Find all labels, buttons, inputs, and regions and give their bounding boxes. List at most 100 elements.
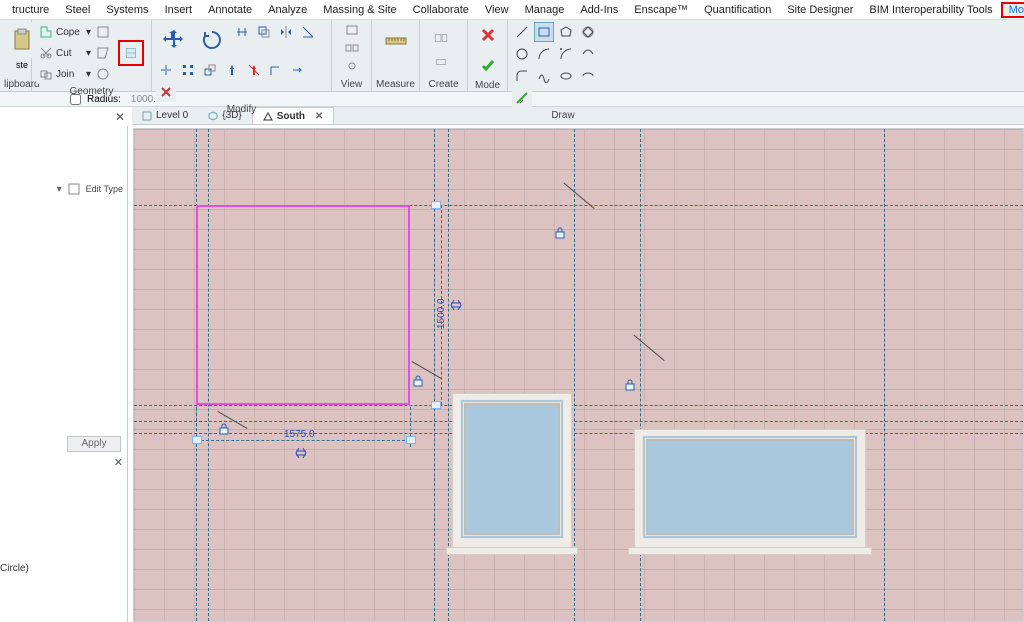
window-1-glass[interactable] — [460, 399, 564, 539]
drag-handle-1[interactable] — [431, 201, 441, 209]
tab-massing[interactable]: Massing & Site — [315, 2, 404, 18]
view-tool-2[interactable] — [336, 40, 368, 56]
view-tool-3[interactable] — [336, 58, 368, 74]
pick-lines-tool[interactable] — [512, 88, 532, 108]
sketch-rectangle[interactable] — [196, 205, 410, 405]
group-mode: Mode — [468, 20, 508, 91]
tab-analyze[interactable]: Analyze — [260, 2, 315, 18]
ref-line-h2 — [134, 405, 1023, 406]
tab-steel[interactable]: Steel — [57, 2, 98, 18]
create-tool-2[interactable] — [424, 51, 458, 73]
geom-tool-1[interactable] — [93, 22, 113, 42]
group-measure: Measure — [372, 20, 420, 91]
align-button[interactable] — [232, 22, 252, 42]
delete-button[interactable] — [156, 82, 176, 102]
tab-manage[interactable]: Manage — [517, 2, 573, 18]
edit-type-icon — [68, 183, 80, 195]
tab-modify-contextual[interactable]: Modify | Split Face > Create Boundary — [1001, 2, 1024, 18]
arc-start-end-tool[interactable] — [534, 44, 554, 64]
partial-ellipse-tool[interactable] — [578, 66, 598, 86]
arc-center-tool[interactable] — [556, 44, 576, 64]
panel-close-icon[interactable]: ✕ — [114, 456, 123, 469]
array-button[interactable] — [178, 60, 198, 80]
type-selector[interactable]: ▾ Edit Type — [4, 180, 123, 198]
join-button[interactable]: Join▾ — [36, 64, 92, 84]
paste-button[interactable] — [4, 22, 40, 58]
trim-button[interactable] — [298, 22, 318, 42]
fillet-arc-tool[interactable] — [512, 66, 532, 86]
clipboard-label: lipboard — [4, 77, 27, 91]
dim-value-1[interactable]: 1575.0 — [284, 429, 315, 440]
tab-enscape[interactable]: Enscape™ — [626, 2, 696, 18]
group-modify: Modify — [152, 20, 332, 91]
drawing-canvas[interactable]: 1575.0 1500.0 — [133, 128, 1024, 622]
tab-quantification[interactable]: Quantification — [696, 2, 779, 18]
corner-trim-button[interactable] — [266, 60, 286, 80]
menu-tabs: tructure Steel Systems Insert Annotate A… — [0, 0, 1024, 20]
edit-type-label[interactable]: Edit Type — [86, 184, 123, 194]
mirror-axis-button[interactable] — [276, 22, 296, 42]
modify-label: Modify — [156, 102, 327, 116]
tab-view[interactable]: View — [477, 2, 517, 18]
ribbon: ste lipboard Cope▾ Cut▾ Join▾ Geometry — [0, 20, 1024, 92]
tab-structure[interactable]: tructure — [4, 2, 57, 18]
cope-button[interactable]: Cope▾ — [36, 22, 92, 42]
geom-tool-3[interactable] — [93, 64, 113, 84]
pin-button[interactable] — [222, 60, 242, 80]
window-2-glass[interactable] — [642, 435, 858, 539]
circle-tool[interactable] — [512, 44, 532, 64]
inscribed-polygon-tool[interactable] — [556, 22, 576, 42]
apply-button[interactable]: Apply — [67, 436, 121, 452]
split-face-finish-button[interactable] — [118, 40, 144, 66]
line-tool[interactable] — [512, 22, 532, 42]
move-button[interactable] — [156, 22, 192, 58]
group-geometry: Cope▾ Cut▾ Join▾ Geometry — [32, 20, 152, 91]
tab-annotate[interactable]: Annotate — [200, 2, 260, 18]
properties-close-icon[interactable]: ✕ — [115, 110, 125, 124]
split-button[interactable] — [156, 60, 176, 80]
ellipse-tool[interactable] — [556, 66, 576, 86]
ref-line-v7 — [884, 129, 885, 621]
group-view: View — [332, 20, 372, 91]
geometry-label: Geometry — [36, 84, 147, 98]
spline-tool[interactable] — [534, 66, 554, 86]
group-clipboard: ste lipboard — [0, 20, 32, 91]
offset-button[interactable] — [254, 22, 274, 42]
extend-button[interactable] — [288, 60, 308, 80]
window-1-sill — [446, 547, 578, 555]
properties-panel: ▾ Edit Type Apply ✕ Circle) — [0, 126, 128, 622]
tab-bim-interop[interactable]: BIM Interoperability Tools — [861, 2, 1000, 18]
tab-addins[interactable]: Add-Ins — [572, 2, 626, 18]
create-label: Create — [424, 77, 463, 91]
scale-button[interactable] — [200, 60, 220, 80]
rotate-button[interactable] — [194, 22, 230, 58]
ref-line-h3 — [134, 421, 1023, 422]
cut-geom-button[interactable]: Cut▾ — [36, 43, 92, 63]
tab-sitedesigner[interactable]: Site Designer — [779, 2, 861, 18]
create-tool-1[interactable] — [424, 27, 458, 49]
group-create: Create — [420, 20, 468, 91]
tab-systems[interactable]: Systems — [98, 2, 156, 18]
finish-mode-button[interactable] — [479, 52, 497, 78]
geom-tool-2[interactable] — [93, 43, 113, 63]
tab-collaborate[interactable]: Collaborate — [405, 2, 477, 18]
rectangle-tool[interactable] — [534, 22, 554, 42]
circumscribed-polygon-tool[interactable] — [578, 22, 598, 42]
ref-line-h4 — [134, 433, 1023, 434]
dim-equality-icon-2[interactable] — [449, 299, 463, 313]
dim-equality-icon-1[interactable] — [294, 447, 308, 461]
dim-line-1 — [196, 440, 410, 441]
arc-tangent-tool[interactable] — [578, 44, 598, 64]
drag-handle-2[interactable] — [431, 401, 441, 409]
unpin-button[interactable] — [244, 60, 264, 80]
cancel-mode-button[interactable] — [479, 22, 497, 48]
tab-insert[interactable]: Insert — [157, 2, 201, 18]
dim-value-2[interactable]: 1500.0 — [436, 298, 447, 329]
view-tool-1[interactable] — [336, 22, 368, 38]
drag-handle-4[interactable] — [406, 436, 416, 444]
mode-label: Mode — [472, 78, 503, 92]
view-label: View — [336, 77, 367, 91]
measure-button[interactable] — [378, 22, 414, 58]
drag-handle-3[interactable] — [192, 436, 202, 444]
window-2-sill — [628, 547, 872, 555]
